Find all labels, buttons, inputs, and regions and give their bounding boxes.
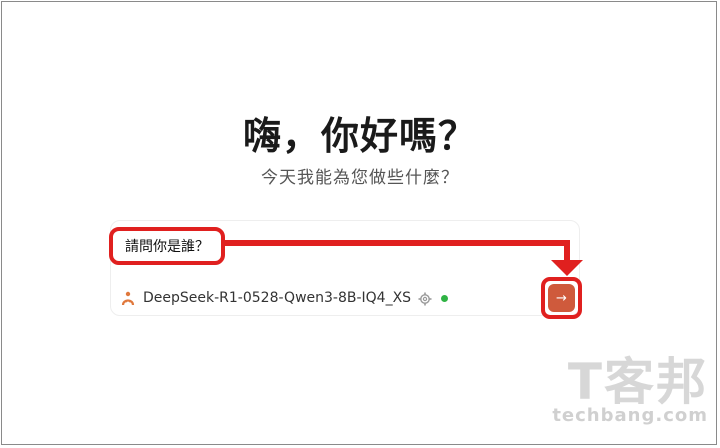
greeting-subtitle: 今天我能為您做些什麼？ xyxy=(261,168,459,188)
model-name-label: DeepSeek-R1-0528-Qwen3-8B-IQ4_XS xyxy=(143,290,412,306)
watermark-cjk: T客邦 xyxy=(567,353,708,411)
gear-icon[interactable] xyxy=(418,291,432,306)
greeting-title: 嗨，你好嗎？ xyxy=(242,114,477,158)
techbang-watermark: T客邦 techbang.com xyxy=(538,355,708,430)
annotation-arrow-horizontal xyxy=(225,240,570,246)
status-dot xyxy=(441,294,449,302)
model-selector[interactable]: DeepSeek-R1-0528-Qwen3-8B-IQ4_XS xyxy=(120,288,449,308)
annotation-arrow-vertical xyxy=(564,240,570,262)
annotation-arrow-head xyxy=(551,260,583,276)
robot-logo-icon xyxy=(120,290,136,306)
send-annotation-box xyxy=(541,277,582,319)
watermark-url: techbang.com xyxy=(552,405,708,426)
query-annotation-box xyxy=(109,227,225,265)
